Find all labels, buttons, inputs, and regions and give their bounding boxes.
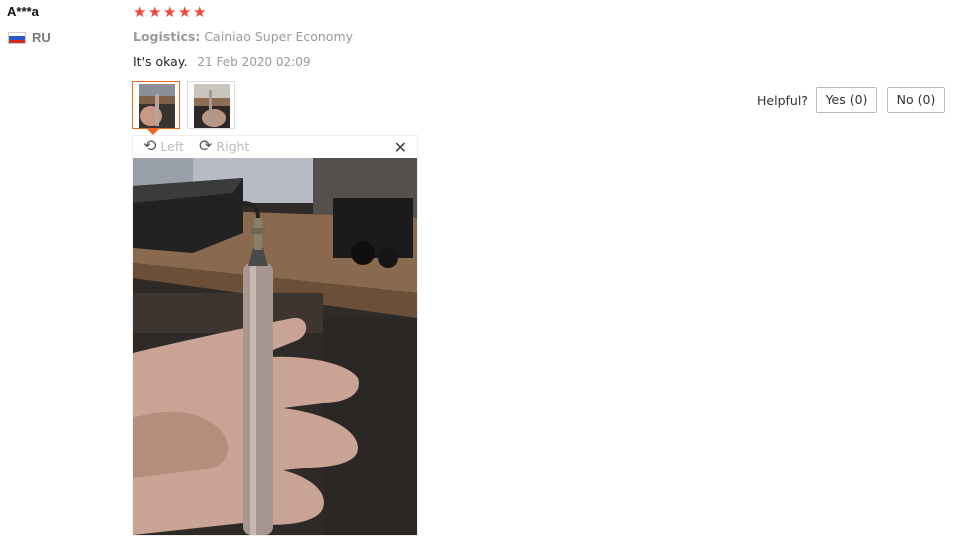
star-icon: ★: [193, 3, 207, 21]
helpful-yes-button[interactable]: Yes (0): [816, 87, 877, 113]
star-icon: ★: [133, 3, 147, 21]
rotate-right-button[interactable]: ⟳ Right: [199, 137, 249, 155]
review-photo-large: [133, 158, 417, 535]
rotate-left-label: Left: [160, 138, 184, 154]
review-date: 21 Feb 2020 02:09: [197, 55, 311, 69]
star-rating: ★ ★ ★ ★ ★: [133, 3, 207, 21]
rotate-left-icon: ⟲: [143, 136, 157, 155]
rotate-left-button[interactable]: ⟲ Left: [143, 137, 184, 155]
country-flag-icon: [8, 32, 26, 44]
logistics-label: Logistics:: [133, 29, 201, 44]
helpful-label: Helpful?: [757, 93, 808, 108]
photo-thumbnail-image: [194, 84, 230, 128]
star-icon: ★: [148, 3, 162, 21]
review-body: It's okay. 21 Feb 2020 02:09: [133, 54, 311, 69]
review-text: It's okay.: [133, 54, 188, 69]
review-photo-thumbnail-1[interactable]: [132, 81, 180, 129]
logistics-value: Cainiao Super Economy: [204, 29, 354, 44]
helpful-no-button[interactable]: No (0): [887, 87, 945, 113]
photo-viewer: ⟲ Left ⟳ Right ✕: [132, 135, 418, 536]
star-icon: ★: [163, 3, 177, 21]
star-icon: ★: [178, 3, 192, 21]
review-photo-thumbnail-2[interactable]: [187, 81, 235, 129]
rotate-right-label: Right: [216, 138, 250, 154]
rotate-right-icon: ⟳: [199, 136, 213, 155]
close-icon[interactable]: ✕: [394, 138, 407, 157]
photo-thumbnail-image: [139, 84, 175, 128]
reviewer-name: A***a: [7, 4, 39, 19]
photo-viewer-toolbar: ⟲ Left ⟳ Right ✕: [133, 136, 417, 158]
reviewer-country: RU: [32, 30, 51, 45]
logistics-info: Logistics: Cainiao Super Economy: [133, 29, 353, 44]
